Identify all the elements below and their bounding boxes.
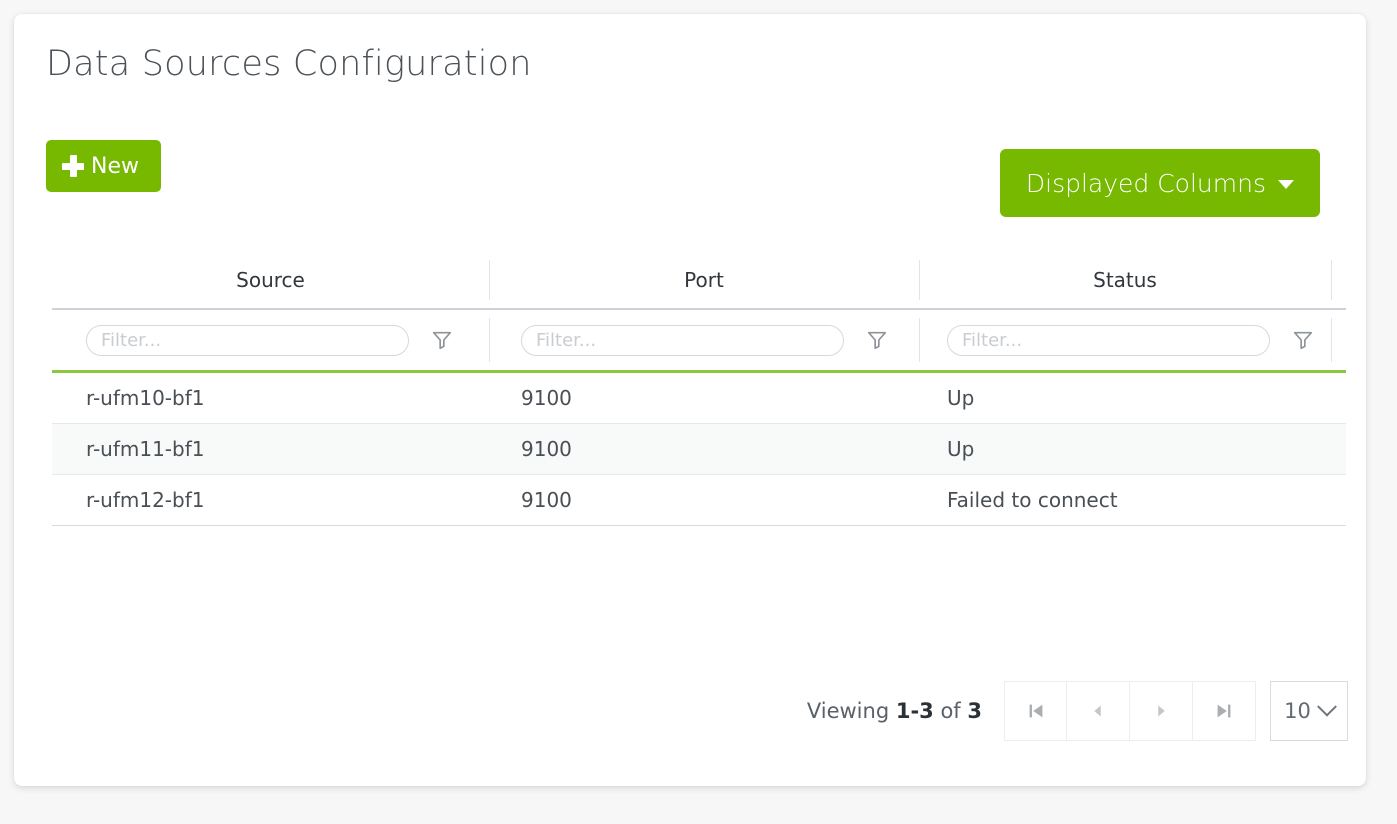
cell-status: Up bbox=[919, 386, 1331, 410]
pagination-of-text: of bbox=[934, 699, 968, 723]
cell-source: r-ufm10-bf1 bbox=[52, 386, 489, 410]
new-button-label: New bbox=[91, 154, 139, 179]
funnel-icon[interactable] bbox=[1292, 329, 1314, 351]
page-title: Data Sources Configuration bbox=[46, 44, 532, 84]
cell-status: Failed to connect bbox=[919, 488, 1331, 512]
column-header-overflow bbox=[1331, 252, 1366, 308]
funnel-icon[interactable] bbox=[431, 329, 453, 351]
column-divider bbox=[919, 260, 920, 300]
filter-input-source[interactable] bbox=[86, 325, 409, 356]
caret-down-icon bbox=[1278, 180, 1294, 189]
filter-cell-source bbox=[52, 310, 489, 370]
data-sources-card: Data Sources Configuration New Displayed… bbox=[14, 14, 1366, 786]
column-header-port[interactable]: Port bbox=[489, 252, 919, 308]
table-header-row: Source Port Status bbox=[52, 252, 1366, 308]
first-page-button[interactable] bbox=[1004, 681, 1067, 741]
funnel-icon[interactable] bbox=[866, 329, 888, 351]
cell-port: 9100 bbox=[489, 386, 919, 410]
column-header-source[interactable]: Source bbox=[52, 252, 489, 308]
displayed-columns-button[interactable]: Displayed Columns bbox=[1000, 149, 1320, 217]
first-page-icon bbox=[1025, 700, 1047, 722]
cell-source: r-ufm11-bf1 bbox=[52, 437, 489, 461]
column-header-port-label: Port bbox=[684, 268, 724, 292]
column-divider bbox=[919, 318, 920, 362]
pagination-range: 1-3 bbox=[896, 699, 934, 723]
filter-cell-status bbox=[919, 310, 1331, 370]
cell-source: r-ufm12-bf1 bbox=[52, 488, 489, 512]
plus-icon bbox=[62, 155, 84, 177]
table-row[interactable]: r-ufm11-bf1 9100 Up bbox=[52, 424, 1346, 475]
app-root: Data Sources Configuration New Displayed… bbox=[0, 0, 1397, 824]
data-sources-table: Source Port Status bbox=[52, 252, 1366, 526]
column-header-status[interactable]: Status bbox=[919, 252, 1331, 308]
table-row[interactable]: r-ufm12-bf1 9100 Failed to connect bbox=[52, 475, 1346, 526]
next-page-icon bbox=[1150, 700, 1172, 722]
filter-input-port[interactable] bbox=[521, 325, 844, 356]
column-divider bbox=[1331, 260, 1332, 300]
page-size-select[interactable]: 10 bbox=[1270, 681, 1348, 741]
filter-cell-port bbox=[489, 310, 919, 370]
filter-cell-overflow bbox=[1331, 310, 1366, 370]
previous-page-button[interactable] bbox=[1067, 681, 1130, 741]
table-toolbar: New Displayed Columns bbox=[46, 132, 1342, 232]
table-filter-row bbox=[52, 310, 1366, 370]
column-divider bbox=[489, 260, 490, 300]
cell-port: 9100 bbox=[489, 437, 919, 461]
cell-port: 9100 bbox=[489, 488, 919, 512]
last-page-button[interactable] bbox=[1193, 681, 1256, 741]
pagination-summary: Viewing 1-3 of 3 bbox=[807, 699, 982, 723]
table-row[interactable]: r-ufm10-bf1 9100 Up bbox=[52, 373, 1346, 424]
last-page-icon bbox=[1213, 700, 1235, 722]
new-button[interactable]: New bbox=[46, 140, 161, 192]
column-divider bbox=[1331, 318, 1332, 362]
chevron-down-icon bbox=[1317, 697, 1337, 717]
cell-status: Up bbox=[919, 437, 1331, 461]
column-header-status-label: Status bbox=[1093, 268, 1157, 292]
column-divider bbox=[489, 318, 490, 362]
previous-page-icon bbox=[1087, 700, 1109, 722]
pagination-total: 3 bbox=[967, 699, 982, 723]
table-body: r-ufm10-bf1 9100 Up r-ufm11-bf1 9100 Up … bbox=[52, 373, 1346, 526]
column-header-source-label: Source bbox=[236, 268, 305, 292]
pagination-viewing-prefix: Viewing bbox=[807, 699, 896, 723]
next-page-button[interactable] bbox=[1130, 681, 1193, 741]
page-size-value: 10 bbox=[1284, 699, 1311, 723]
filter-input-status[interactable] bbox=[947, 325, 1270, 356]
displayed-columns-label: Displayed Columns bbox=[1026, 169, 1266, 198]
pagination-bar: Viewing 1-3 of 3 bbox=[52, 676, 1348, 746]
